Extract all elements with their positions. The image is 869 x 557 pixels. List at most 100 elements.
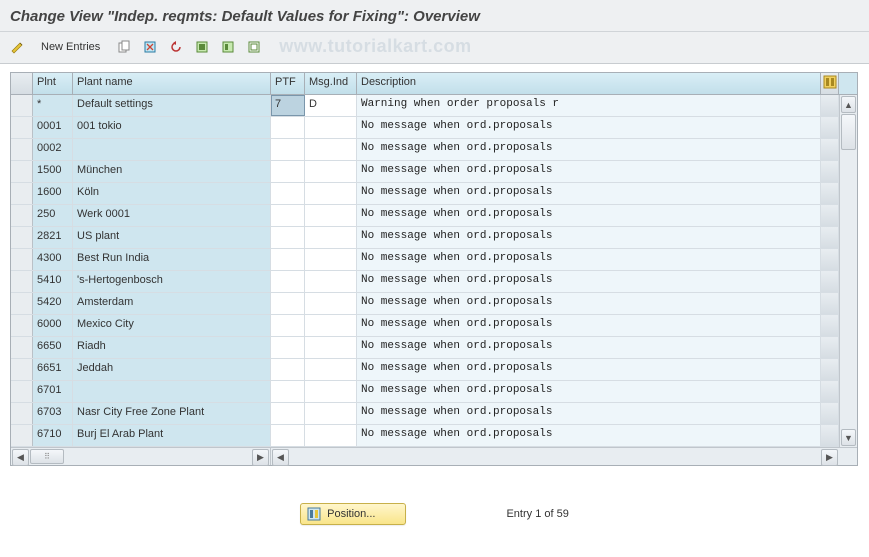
table-row[interactable]: 6650RiadhNo message when ord.proposals <box>11 337 857 359</box>
cell-ptf[interactable] <box>271 139 305 160</box>
row-selector[interactable] <box>11 161 33 182</box>
cell-plnt: 2821 <box>33 227 73 248</box>
scroll-thumb[interactable] <box>841 114 856 150</box>
table-row[interactable]: 6710Burj El Arab PlantNo message when or… <box>11 425 857 447</box>
select-all-icon[interactable] <box>191 37 213 57</box>
new-entries-button[interactable]: New Entries <box>32 37 109 57</box>
cell-ptf[interactable] <box>271 359 305 380</box>
cell-ptf[interactable] <box>271 227 305 248</box>
configure-columns-icon[interactable] <box>821 73 839 94</box>
table-row[interactable]: 2821US plantNo message when ord.proposal… <box>11 227 857 249</box>
row-selector[interactable] <box>11 227 33 248</box>
row-selector[interactable] <box>11 293 33 314</box>
cell-msg-ind[interactable] <box>305 161 357 182</box>
row-selector[interactable] <box>11 359 33 380</box>
row-end <box>821 293 839 314</box>
hscroll-right-1-icon[interactable]: ▶ <box>252 449 269 466</box>
table-row[interactable]: 5410's-HertogenboschNo message when ord.… <box>11 271 857 293</box>
cell-ptf[interactable] <box>271 161 305 182</box>
row-selector[interactable] <box>11 271 33 292</box>
deselect-all-icon[interactable] <box>243 37 265 57</box>
cell-ptf[interactable] <box>271 249 305 270</box>
cell-msg-ind[interactable] <box>305 139 357 160</box>
table-row[interactable]: 6701No message when ord.proposals <box>11 381 857 403</box>
cell-msg-ind[interactable] <box>305 183 357 204</box>
cell-msg-ind[interactable] <box>305 271 357 292</box>
row-selector[interactable] <box>11 315 33 336</box>
cell-msg-ind[interactable]: D <box>305 95 357 116</box>
delete-icon[interactable] <box>139 37 161 57</box>
table-row[interactable]: 6000Mexico CityNo message when ord.propo… <box>11 315 857 337</box>
position-button[interactable]: Position... <box>300 503 406 525</box>
row-selector[interactable] <box>11 403 33 424</box>
toggle-display-icon[interactable] <box>6 37 28 57</box>
cell-msg-ind[interactable] <box>305 227 357 248</box>
hscroll-right-2-icon[interactable]: ▶ <box>821 449 838 466</box>
table-row[interactable]: 1500MünchenNo message when ord.proposals <box>11 161 857 183</box>
cell-msg-ind[interactable] <box>305 293 357 314</box>
cell-ptf[interactable] <box>271 337 305 358</box>
hscroll-left-1-icon[interactable]: ◀ <box>12 449 29 466</box>
cell-msg-ind[interactable] <box>305 425 357 446</box>
row-selector[interactable] <box>11 381 33 402</box>
col-plnt[interactable]: Plnt <box>33 73 73 94</box>
scroll-down-icon[interactable]: ▼ <box>841 429 856 446</box>
cell-msg-ind[interactable] <box>305 403 357 424</box>
toolbar: New Entries www.tutorialkart.com <box>0 32 869 64</box>
row-selector[interactable] <box>11 183 33 204</box>
position-icon <box>307 507 321 521</box>
row-selector[interactable] <box>11 249 33 270</box>
horizontal-scrollbar[interactable]: ◀ ⠿ ▶ ◀ ▶ <box>11 447 857 465</box>
cell-ptf[interactable] <box>271 381 305 402</box>
scroll-up-icon[interactable]: ▲ <box>841 96 856 113</box>
row-selector[interactable] <box>11 95 33 116</box>
table-row[interactable]: *Default settings7DWarning when order pr… <box>11 95 857 117</box>
table-row[interactable]: 0001001 tokioNo message when ord.proposa… <box>11 117 857 139</box>
cell-plant-name: 's-Hertogenbosch <box>73 271 271 292</box>
table-row[interactable]: 6703Nasr City Free Zone PlantNo message … <box>11 403 857 425</box>
cell-msg-ind[interactable] <box>305 315 357 336</box>
data-grid: Plnt Plant name PTF Msg.Ind Description … <box>10 72 858 466</box>
row-selector[interactable] <box>11 337 33 358</box>
table-row[interactable]: 0002No message when ord.proposals <box>11 139 857 161</box>
scroll-track[interactable] <box>840 114 857 428</box>
col-ptf[interactable]: PTF <box>271 73 305 94</box>
col-plant-name[interactable]: Plant name <box>73 73 271 94</box>
cell-msg-ind[interactable] <box>305 359 357 380</box>
cell-description: No message when ord.proposals <box>357 381 821 402</box>
row-selector[interactable] <box>11 425 33 446</box>
cell-ptf[interactable] <box>271 271 305 292</box>
table-row[interactable]: 1600KölnNo message when ord.proposals <box>11 183 857 205</box>
table-row[interactable]: 250Werk 0001No message when ord.proposal… <box>11 205 857 227</box>
copy-icon[interactable] <box>113 37 135 57</box>
cell-msg-ind[interactable] <box>305 117 357 138</box>
cell-plant-name: Best Run India <box>73 249 271 270</box>
cell-msg-ind[interactable] <box>305 381 357 402</box>
cell-ptf[interactable] <box>271 183 305 204</box>
cell-plnt: 6710 <box>33 425 73 446</box>
undo-icon[interactable] <box>165 37 187 57</box>
cell-msg-ind[interactable] <box>305 337 357 358</box>
col-description[interactable]: Description <box>357 73 821 94</box>
table-row[interactable]: 5420AmsterdamNo message when ord.proposa… <box>11 293 857 315</box>
col-select-all[interactable] <box>11 73 33 94</box>
select-block-icon[interactable] <box>217 37 239 57</box>
cell-ptf[interactable] <box>271 205 305 226</box>
cell-ptf[interactable] <box>271 293 305 314</box>
table-row[interactable]: 6651JeddahNo message when ord.proposals <box>11 359 857 381</box>
row-selector[interactable] <box>11 139 33 160</box>
table-row[interactable]: 4300Best Run IndiaNo message when ord.pr… <box>11 249 857 271</box>
cell-ptf[interactable] <box>271 315 305 336</box>
cell-msg-ind[interactable] <box>305 249 357 270</box>
cell-ptf[interactable] <box>271 117 305 138</box>
cell-ptf[interactable] <box>271 403 305 424</box>
col-msg-ind[interactable]: Msg.Ind <box>305 73 357 94</box>
cell-ptf[interactable] <box>271 425 305 446</box>
row-selector[interactable] <box>11 205 33 226</box>
cell-ptf[interactable]: 7 <box>271 95 305 116</box>
vertical-scrollbar[interactable]: ▲ ▼ <box>839 95 857 447</box>
row-end <box>821 337 839 358</box>
row-selector[interactable] <box>11 117 33 138</box>
cell-msg-ind[interactable] <box>305 205 357 226</box>
hscroll-left-2-icon[interactable]: ◀ <box>272 449 289 466</box>
